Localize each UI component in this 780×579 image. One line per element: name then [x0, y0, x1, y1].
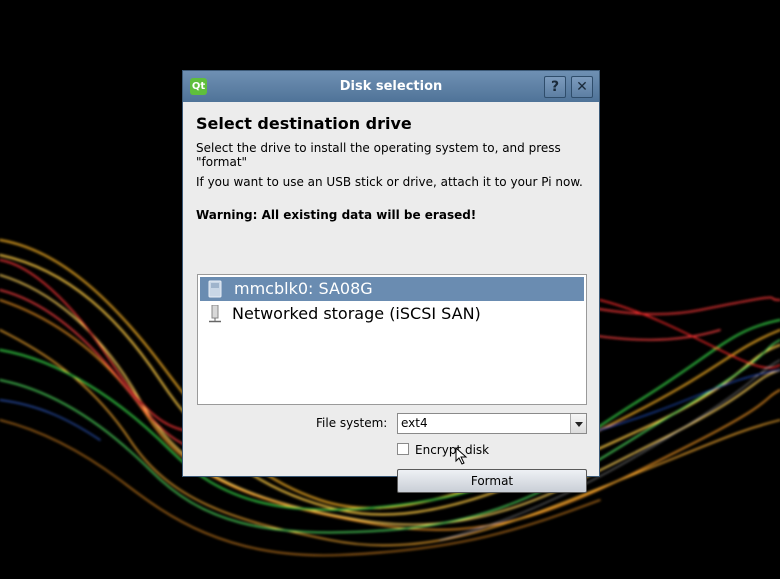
network-storage-icon — [209, 305, 221, 323]
filesystem-value: ext4 — [401, 416, 428, 430]
dialog-content: Select destination drive Select the driv… — [183, 102, 599, 493]
instruction-text: Select the drive to install the operatin… — [196, 141, 561, 169]
window-title: Disk selection — [339, 79, 443, 94]
drive-item-iscsi[interactable]: Networked storage (iSCSI SAN) — [200, 302, 584, 326]
mouse-cursor-icon — [455, 447, 468, 465]
encrypt-disk-checkbox[interactable] — [397, 443, 409, 455]
usb-hint-text: If you want to use an USB stick or drive… — [196, 175, 583, 189]
filesystem-label: File system: — [316, 416, 388, 430]
page-title: Select destination drive — [196, 114, 412, 133]
help-button[interactable]: ? — [544, 76, 566, 98]
drive-list[interactable]: mmcblk0: SA08G Networked storage (iSCSI … — [197, 274, 587, 405]
title-bar[interactable]: Qt Disk selection ? ✕ — [183, 71, 599, 102]
filesystem-select[interactable]: ext4 — [397, 413, 587, 434]
format-button[interactable]: Format — [397, 469, 587, 493]
drive-item-mmcblk0[interactable]: mmcblk0: SA08G — [200, 277, 584, 301]
sd-card-icon — [208, 280, 222, 298]
warning-text: Warning: All existing data will be erase… — [196, 208, 477, 222]
drive-item-label: Networked storage (iSCSI SAN) — [232, 304, 481, 323]
drive-item-label: mmcblk0: SA08G — [234, 279, 373, 298]
close-button[interactable]: ✕ — [571, 76, 593, 98]
encrypt-disk-label[interactable]: Encrypt disk — [415, 442, 489, 458]
disk-selection-dialog: Qt Disk selection ? ✕ Select destination… — [182, 70, 600, 493]
desktop: Qt Disk selection ? ✕ Select destination… — [0, 0, 780, 579]
chevron-down-icon[interactable] — [570, 414, 586, 433]
